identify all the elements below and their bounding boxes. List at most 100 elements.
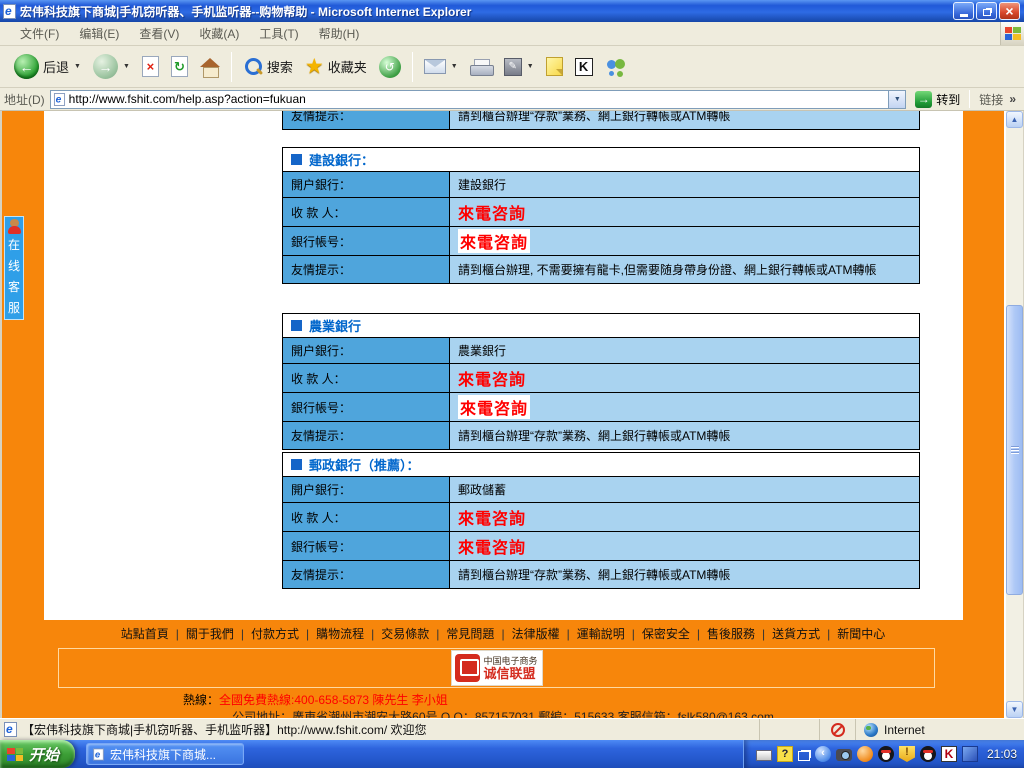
badge-line1: 中国电子商务 [484,656,538,667]
footer-link-0[interactable]: 站點首頁 [114,625,176,642]
refresh-button[interactable]: ↻ [165,53,194,80]
links-label: 链接 [979,91,1003,108]
addressbar-separator [969,90,970,108]
row-value-text: 請到櫃台辦理“存款”業務、網上銀行轉帳或ATM轉帳 [458,566,730,583]
task-label: 宏伟科技旗下商城... [110,746,216,763]
footer-link-5[interactable]: 常見問題 [439,625,501,642]
edit-dropdown-icon[interactable]: ▼ [527,63,534,70]
footer-links: 站點首頁|關于我們|付款方式|購物流程|交易條款|常見問題|法律版權|運輸說明|… [2,620,1004,647]
bank-table-row: 友情提示：請到櫃台辦理, 不需要擁有龍卡,但需要随身帶身份證、網上銀行轉帳或AT… [283,256,919,283]
keyboard-tray-icon[interactable] [756,750,772,761]
vertical-scrollbar[interactable]: ▲ ▼ [1006,111,1023,718]
section-bullet-icon [291,154,302,165]
restore-button[interactable] [976,2,997,20]
footer-link-4[interactable]: 交易條款 [374,625,436,642]
ecommerce-trust-badge[interactable]: 中国电子商务 诚信联盟 [451,650,543,686]
links-menu[interactable]: 链接 » [975,91,1020,108]
menu-item-5[interactable]: 帮助(H) [309,22,370,45]
favorites-button[interactable]: ★ 收藏夹 [299,53,373,80]
mail-button[interactable]: ▼ [418,56,464,77]
row-value-text: 郵政儲蓄 [458,481,506,498]
forward-button[interactable]: → ▼ [87,51,136,82]
footer-link-9[interactable]: 售後服務 [700,625,762,642]
go-button[interactable]: → 转到 [911,91,964,108]
mail-icon [424,59,446,74]
shield-tray-icon[interactable] [899,746,915,762]
menu-bar: 文件(F)编辑(E)查看(V)收藏(A)工具(T)帮助(H) [0,22,1024,46]
mail-dropdown-icon[interactable]: ▼ [451,63,458,70]
home-icon [200,58,220,76]
close-button[interactable]: × [999,2,1020,20]
help-tray-icon[interactable] [777,746,793,762]
antivirus-toolbar-button[interactable]: K [569,55,599,79]
row-label: 銀行帳号： [283,227,450,255]
bank-table-3: 郵政銀行（推薦）：開户銀行：郵政儲蓄收 款 人：來電咨詢銀行帳号：來電咨詢友情提… [282,452,920,589]
bank-table-row: 收 款 人：來電咨詢 [283,503,919,532]
page-footer: 站點首頁|關于我們|付款方式|購物流程|交易條款|常見問題|法律版權|運輸說明|… [2,620,1004,718]
print-button[interactable] [464,56,498,78]
qq-tray-icon[interactable] [920,746,936,762]
bank-section-header: 農業銀行 [283,314,919,338]
row-value-text: 來電咨詢 [458,229,530,253]
scroll-up-button[interactable]: ▲ [1006,111,1023,128]
chevron-tray-icon[interactable] [815,746,831,762]
toolbar-separator [231,52,232,82]
row-value-text: 建設銀行 [458,176,506,193]
search-button[interactable]: 搜索 [237,54,299,80]
status-popup-blocked-pane [820,719,856,740]
kaspersky-tray-icon[interactable] [941,746,957,762]
address-dropdown-icon[interactable]: ▼ [888,91,905,108]
footer-link-8[interactable]: 保密安全 [635,625,697,642]
footer-link-7[interactable]: 運輸說明 [570,625,632,642]
footer-link-3[interactable]: 購物流程 [309,625,371,642]
scrollbar-thumb[interactable] [1006,305,1023,595]
row-value: 建設銀行 [450,172,919,197]
footer-link-10[interactable]: 送貨方式 [765,625,827,642]
menu-item-2[interactable]: 查看(V) [129,22,189,45]
footer-link-11[interactable]: 新聞中心 [830,625,892,642]
history-button[interactable]: ↺ [373,53,407,81]
online-service-tab[interactable]: 在 线 客 服 [4,216,24,320]
footer-link-6[interactable]: 法律版權 [505,625,567,642]
menu-item-4[interactable]: 工具(T) [249,22,308,45]
start-button[interactable]: 开始 [0,740,75,768]
status-pane [760,719,820,740]
row-value-text: 來電咨詢 [458,534,526,558]
camera-tray-icon[interactable] [836,749,852,761]
discuss-button[interactable] [540,54,569,79]
home-button[interactable] [194,55,226,79]
taskbar-task-button[interactable]: 宏伟科技旗下商城... [86,743,244,765]
page-icon [54,93,65,106]
menu-item-1[interactable]: 编辑(E) [69,22,129,45]
bank-table-row: 收 款 人：來電咨詢 [283,364,919,393]
scroll-down-button[interactable]: ▼ [1006,701,1023,718]
title-bar: 宏伟科技旗下商城|手机窃听器、手机监听器--购物帮助 - Microsoft I… [0,0,1024,22]
footer-link-2[interactable]: 付款方式 [244,625,306,642]
back-button[interactable]: ← 后退 ▼ [8,51,87,82]
restore-tray-icon[interactable] [798,751,810,761]
edit-button[interactable]: ✎ ▼ [498,55,540,79]
restore-icon [983,9,991,16]
menu-item-0[interactable]: 文件(F) [10,22,69,45]
orange-tray-icon[interactable] [857,746,873,762]
bank-table-2: 農業銀行開户銀行：農業銀行收 款 人：來電咨詢銀行帳号：來電咨詢友情提示：請到櫃… [282,313,920,450]
page-viewport: 在 线 客 服 友情提示： 請到櫃台辦理“存款”業務、網上銀行轉帳或ATM轉帳 … [0,111,1024,718]
hotline-line: 熱線：全國免費熱線:400-658-5873 陳先生 李小姐 [183,691,448,708]
menu-item-3[interactable]: 收藏(A) [189,22,249,45]
bank-table-row: 友情提示： 請到櫃台辦理“存款”業務、網上銀行轉帳或ATM轉帳 [283,111,919,129]
qq-tray-icon[interactable] [878,746,894,762]
row-value-text: 請到櫃台辦理, 不需要擁有龍卡,但需要随身帶身份證、網上銀行轉帳或ATM轉帳 [458,261,876,278]
forward-dropdown-icon[interactable]: ▼ [123,63,130,70]
back-dropdown-icon[interactable]: ▼ [74,63,81,70]
footer-link-1[interactable]: 關于我們 [179,625,241,642]
blueapp-tray-icon[interactable] [962,746,978,762]
menu-items: 文件(F)编辑(E)查看(V)收藏(A)工具(T)帮助(H) [10,22,369,45]
messenger-button[interactable] [599,55,633,79]
service-char: 客 [8,277,20,298]
address-input[interactable] [69,92,886,106]
stop-button[interactable]: × [136,53,165,80]
minimize-button[interactable] [953,2,974,20]
row-value-text: 來電咨詢 [458,200,526,224]
back-label: 后退 [43,57,69,76]
taskbar-clock: 21:03 [987,747,1017,761]
